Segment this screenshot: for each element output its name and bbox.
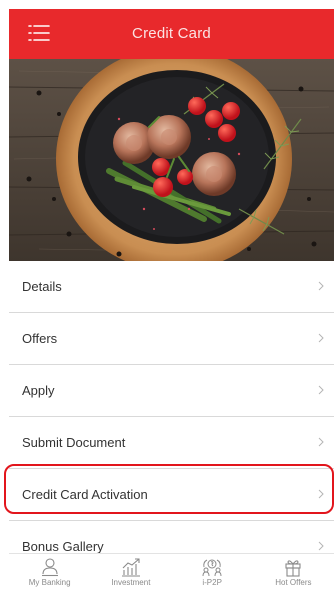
app-header: Credit Card bbox=[9, 9, 334, 59]
menu-item-label: Offers bbox=[22, 331, 58, 346]
credit-card-menu-list: Details Offers Apply Submit Document Cre… bbox=[9, 261, 334, 572]
menu-item-apply[interactable]: Apply bbox=[9, 365, 334, 417]
tab-investment[interactable]: Investment bbox=[90, 554, 171, 589]
person-icon bbox=[41, 558, 58, 577]
page-title: Credit Card bbox=[132, 25, 211, 42]
p2p-transfer-icon bbox=[202, 559, 222, 577]
tab-i-p2p[interactable]: i-P2P bbox=[172, 554, 253, 589]
menu-item-offers[interactable]: Offers bbox=[9, 313, 334, 365]
menu-item-label: Apply bbox=[22, 383, 55, 398]
gift-icon bbox=[285, 560, 301, 577]
menu-item-label: Submit Document bbox=[22, 435, 126, 450]
bottom-tab-bar: My Banking Investment i-P2P Hot Offers bbox=[9, 553, 334, 589]
chevron-right-icon bbox=[318, 541, 324, 551]
tab-my-banking[interactable]: My Banking bbox=[9, 554, 90, 589]
tab-label: Investment bbox=[111, 578, 151, 587]
chevron-right-icon bbox=[318, 281, 324, 291]
menu-item-label: Credit Card Activation bbox=[22, 487, 148, 502]
tab-label: Hot Offers bbox=[275, 578, 312, 587]
tab-label: i-P2P bbox=[202, 578, 222, 587]
chevron-right-icon bbox=[318, 489, 324, 499]
menu-item-credit-card-activation[interactable]: Credit Card Activation bbox=[9, 469, 334, 521]
chevron-right-icon bbox=[318, 437, 324, 447]
menu-item-label: Details bbox=[22, 279, 62, 294]
menu-item-submit-document[interactable]: Submit Document bbox=[9, 417, 334, 469]
chevron-right-icon bbox=[318, 333, 324, 343]
menu-item-details[interactable]: Details bbox=[9, 261, 334, 313]
hero-food-image bbox=[9, 59, 334, 261]
chevron-right-icon bbox=[318, 385, 324, 395]
tab-hot-offers[interactable]: Hot Offers bbox=[253, 554, 334, 589]
tab-label: My Banking bbox=[28, 578, 71, 587]
growth-chart-icon bbox=[121, 558, 140, 577]
